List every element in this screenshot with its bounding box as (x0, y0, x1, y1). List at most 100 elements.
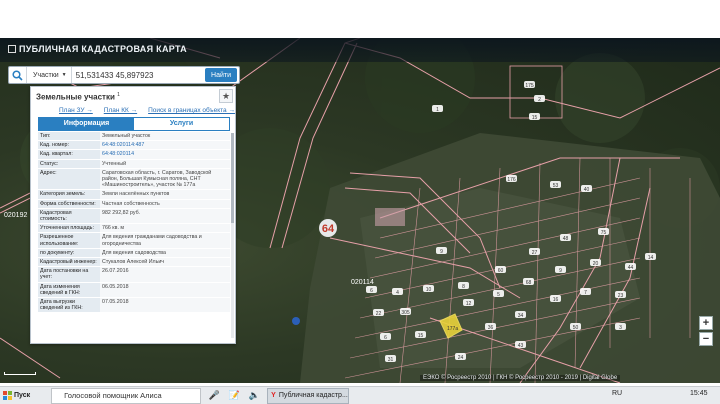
info-row-key: Дата постановки на учет: (38, 266, 100, 283)
info-row: Кадастровый инженер: Стукалов Алексей Иль… (38, 257, 230, 268)
language-indicator[interactable]: RU (612, 390, 622, 397)
parcel-number[interactable]: 36 (488, 325, 494, 331)
info-row-value: 766 кв. м (100, 223, 230, 234)
tab-services[interactable]: Услуги (134, 118, 229, 130)
parcel-number[interactable]: 53 (553, 183, 559, 189)
parcel-number[interactable]: 14 (648, 255, 654, 261)
parcel-number[interactable]: 50 (573, 325, 579, 331)
panel-title: Земельные участки 1 (36, 92, 120, 102)
sound-icon[interactable]: 🔈 (247, 389, 261, 403)
parcel-number[interactable]: 15 (418, 333, 424, 339)
map-road-label: 64 (322, 223, 335, 235)
info-row-key: по документу: (38, 248, 100, 259)
notepad-icon[interactable]: 📝 (227, 389, 241, 403)
taskbar-browser-tab[interactable]: Y Публичная кадастр... (267, 387, 350, 404)
parcel-number[interactable]: 23 (618, 293, 624, 299)
parcel-number[interactable]: 40 (584, 187, 590, 193)
parcel-number[interactable]: 20 (593, 261, 599, 267)
parcel-number[interactable]: 48 (563, 236, 569, 242)
info-row-value: Земли населённых пунктов (100, 189, 230, 200)
object-info-panel: Земельные участки 1 ★ План ЗУ → План КК … (30, 86, 236, 344)
search-type-select[interactable]: Участки ▼ (27, 67, 72, 83)
info-row-value: 07.05.2018 (100, 297, 230, 314)
parcel-number[interactable]: 176 (507, 177, 516, 183)
info-row: Адрес: Саратовская область, г. Саратов, З… (38, 168, 230, 191)
plan-kk-link[interactable]: План КК → (104, 107, 137, 114)
info-row-key: Адрес: (38, 168, 100, 191)
search-bar: Участки ▼ Найти (8, 66, 240, 84)
voice-assistant-field[interactable]: Голосовой помощник Алиса (51, 387, 202, 404)
parcel-number[interactable]: 24 (458, 355, 464, 361)
panel-count: 1 (117, 92, 120, 98)
info-row-key: Кадастровый инженер: (38, 257, 100, 268)
info-row-value: Стукалов Алексей Ильич (100, 257, 230, 268)
parcel-number[interactable]: 31 (388, 357, 394, 363)
parcel-number[interactable]: 22 (376, 311, 382, 317)
search-button[interactable]: Найти (205, 68, 237, 82)
info-row-key: Дата выгрузки сведений из ГКН: (38, 297, 100, 314)
parcel-number[interactable]: 6 (370, 288, 373, 294)
parcel-number[interactable]: 9 (559, 268, 562, 274)
yandex-browser-icon: Y (271, 392, 276, 399)
search-in-bounds-link[interactable]: Поиск в границах объекта → (148, 107, 235, 114)
parcel-number[interactable]: 12 (466, 301, 472, 307)
favorite-star-icon[interactable]: ★ (219, 89, 233, 103)
screen-top-area (0, 0, 720, 38)
map-attribution: ЕЭКО © Росреестр 2010 | ГКН © Росреестр … (420, 375, 621, 381)
parcel-number[interactable]: 10 (426, 287, 432, 293)
parcel-number[interactable]: 15 (532, 115, 538, 121)
zoom-in-button[interactable]: + (699, 316, 713, 330)
search-type-label: Участки (33, 71, 59, 79)
app-title: Публичная кадастровая карта (8, 44, 187, 54)
parcel-number[interactable]: 27 (532, 250, 538, 256)
parcel-number[interactable]: 6 (384, 335, 387, 341)
info-row: Категория земель: Земли населённых пункто… (38, 189, 230, 200)
parcel-number[interactable]: 7 (584, 290, 587, 296)
panel-scrollbar[interactable] (231, 133, 234, 338)
parcel-number[interactable]: 60 (498, 268, 504, 274)
parcel-number[interactable]: 16 (553, 297, 559, 303)
info-row-value: Для ведения гражданами садоводства и ого… (100, 232, 230, 249)
info-row: Форма собственности: Частная собственност… (38, 199, 230, 209)
parcel-number[interactable]: 305 (401, 310, 410, 316)
info-row-key: Кад. квартал: (38, 149, 100, 160)
info-row-value[interactable]: 64:48:020114:487 (100, 140, 230, 151)
info-row-key: Статус: (38, 159, 100, 169)
parcel-number[interactable]: 9 (440, 249, 443, 255)
map-selected-parcel-label: 177а (447, 326, 458, 332)
parcel-number[interactable]: 44 (628, 265, 634, 271)
panel-tabs: Информация Услуги (38, 117, 230, 131)
info-row: Кадастровая стоимость: 982 292,82 руб. (38, 208, 230, 225)
parcel-number[interactable]: 75 (601, 230, 607, 236)
search-input[interactable] (71, 67, 206, 83)
parcel-number[interactable]: 34 (518, 313, 524, 319)
search-icon[interactable] (9, 67, 27, 83)
plan-zu-link[interactable]: План ЗУ → (59, 107, 93, 114)
parcel-number[interactable]: 8 (462, 284, 465, 290)
parcel-number[interactable]: 3 (619, 325, 622, 331)
app-title-text: Публичная кадастровая карта (19, 44, 187, 54)
info-row-key: Категория земель: (38, 189, 100, 200)
panel-links: План ЗУ → План КК → Поиск в границах объ… (59, 107, 235, 114)
parcel-number[interactable]: 5 (497, 292, 500, 298)
info-row: Уточненная площадь: 766 кв. м (38, 223, 230, 234)
microphone-icon[interactable]: 🎤 (207, 389, 221, 403)
zoom-out-button[interactable]: − (699, 332, 713, 346)
info-row: по документу: Для ведения садоводства (38, 248, 230, 259)
parcel-number[interactable]: 4 (396, 290, 399, 296)
parcel-number[interactable]: 1 (436, 107, 439, 113)
parcel-number[interactable]: 2 (538, 97, 541, 103)
start-button[interactable]: Пуск (0, 388, 33, 404)
parcel-number[interactable]: 43 (518, 343, 524, 349)
parcel-number[interactable]: 175 (525, 83, 534, 89)
tab-information[interactable]: Информация (39, 118, 134, 130)
info-row-key: Уточненная площадь: (38, 223, 100, 234)
info-row: Тип: Земельный участок (38, 132, 230, 142)
map-left-block-label: 020192 (4, 212, 27, 219)
info-row-value: 26.07.2016 (100, 266, 230, 283)
windows-logo-icon (3, 391, 12, 400)
info-row-value: Частная собственность (100, 199, 230, 209)
info-table: Тип: Земельный участок Кад. номер: 64:48:02… (38, 132, 230, 314)
info-row-value[interactable]: 64:48:020114 (100, 149, 230, 160)
parcel-number[interactable]: 68 (526, 280, 532, 286)
